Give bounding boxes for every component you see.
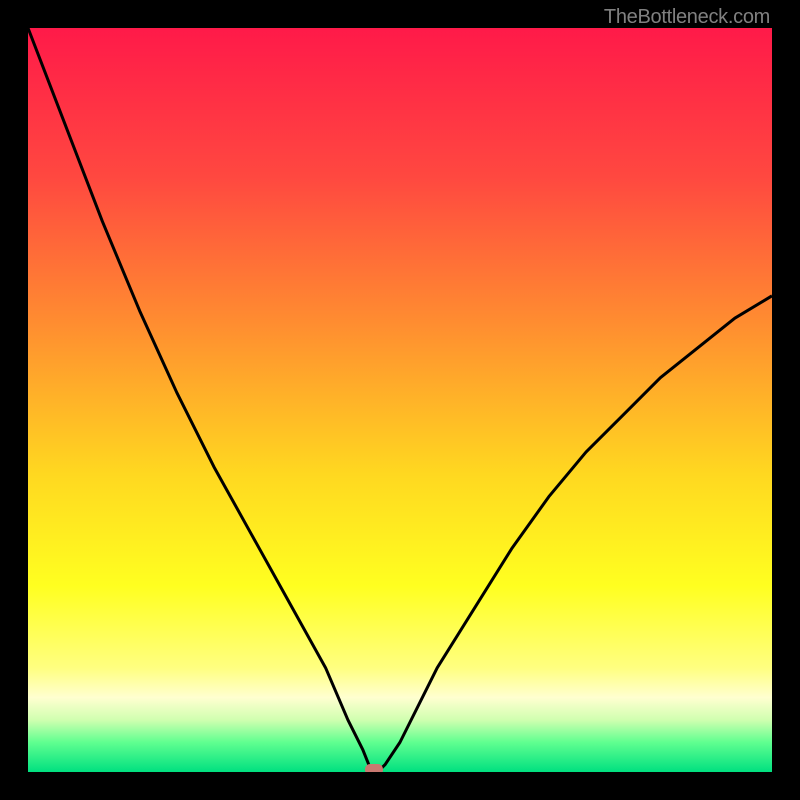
- chart-container: TheBottleneck.com: [0, 0, 800, 800]
- bottleneck-curve: [28, 28, 772, 772]
- bottleneck-marker: [365, 764, 383, 772]
- plot-area: [28, 28, 772, 772]
- watermark-text: TheBottleneck.com: [604, 6, 770, 29]
